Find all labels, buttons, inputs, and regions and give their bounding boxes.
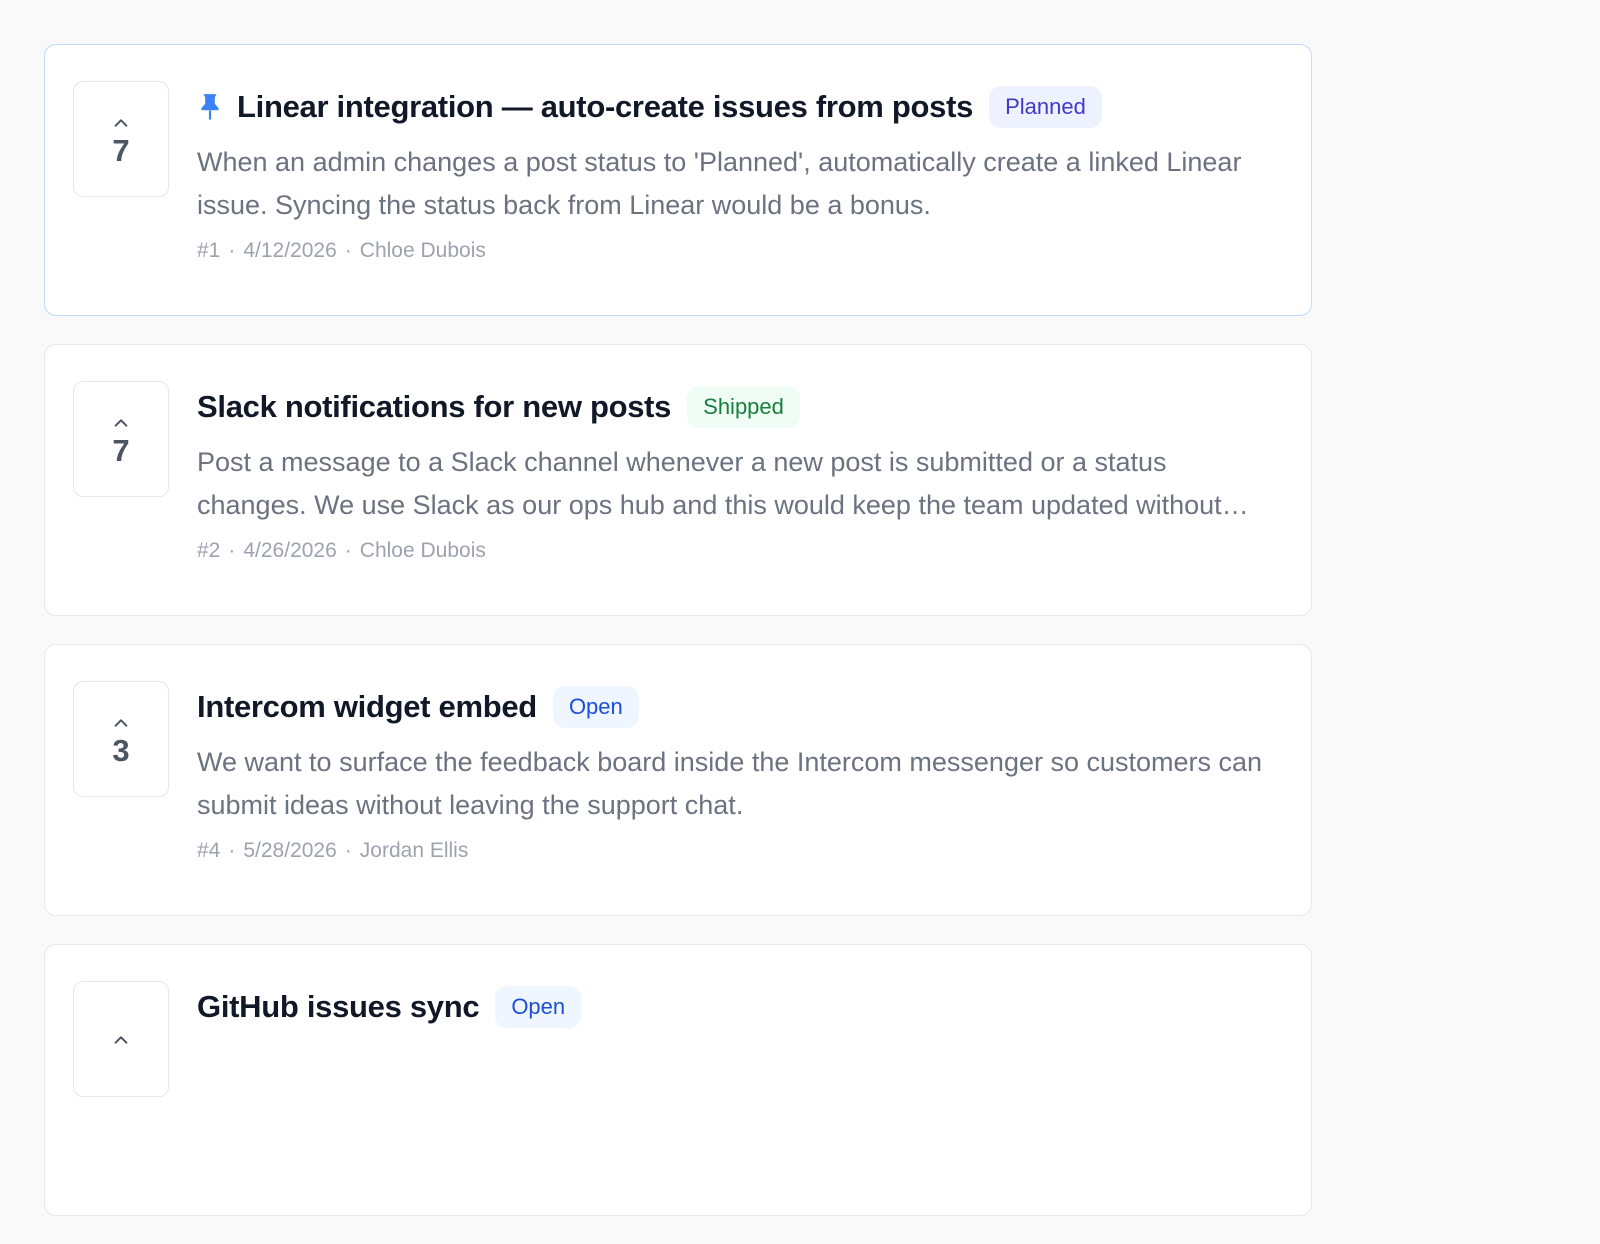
post-date: 4/12/2026	[243, 239, 337, 262]
upvote-button[interactable]	[73, 981, 169, 1097]
post-title[interactable]: Slack notifications for new posts	[197, 389, 671, 425]
post-title-row: GitHub issues sync Open	[197, 985, 1283, 1029]
vote-count: 7	[112, 132, 130, 168]
meta-separator: ·	[344, 539, 352, 562]
post-meta: #1 · 4/12/2026 · Chloe Dubois	[197, 239, 1283, 263]
status-badge: Planned	[989, 86, 1102, 128]
post-description: We want to surface the feedback board in…	[197, 747, 1263, 820]
post-id: #4	[197, 839, 221, 862]
post-id: #1	[197, 239, 221, 262]
post-description: When an admin changes a post status to '…	[197, 147, 1242, 220]
post-card[interactable]: 7 Linear integration — auto-create issue…	[44, 44, 1312, 316]
post-author: Chloe Dubois	[359, 539, 486, 562]
post-list: 7 Linear integration — auto-create issue…	[44, 44, 1312, 1244]
post-title[interactable]: GitHub issues sync	[197, 989, 480, 1025]
meta-separator: ·	[228, 539, 236, 562]
post-description: Post a message to a Slack channel whenev…	[197, 447, 1222, 520]
post-title-row: Linear integration — auto-create issues …	[197, 85, 1283, 129]
meta-separator: ·	[228, 239, 236, 262]
post-card[interactable]: 3 Intercom widget embed Open We want to …	[44, 644, 1312, 916]
meta-separator: ·	[344, 839, 352, 862]
chevron-up-icon	[114, 719, 128, 727]
chevron-up-icon	[114, 1036, 128, 1044]
post-meta: #2 · 4/26/2026 · Chloe Dubois	[197, 539, 1283, 563]
status-badge: Open	[495, 986, 582, 1028]
post-author: Jordan Ellis	[359, 839, 469, 862]
post-card[interactable]: GitHub issues sync Open	[44, 944, 1312, 1216]
status-badge: Shipped	[687, 386, 800, 428]
status-badge: Open	[552, 686, 639, 728]
chevron-up-icon	[114, 119, 128, 127]
post-body: Linear integration — auto-create issues …	[197, 85, 1283, 263]
meta-separator: ·	[344, 239, 352, 262]
post-body: Intercom widget embed Open We want to su…	[197, 685, 1283, 863]
post-body: GitHub issues sync Open	[197, 985, 1283, 1029]
post-date: 5/28/2026	[243, 839, 337, 862]
post-date: 4/26/2026	[243, 539, 337, 562]
post-title-row: Slack notifications for new posts Shippe…	[197, 385, 1283, 429]
vote-count: 3	[112, 732, 130, 768]
vote-count: 7	[112, 432, 130, 468]
post-author: Chloe Dubois	[359, 239, 486, 262]
post-title[interactable]: Linear integration — auto-create issues …	[237, 89, 973, 125]
pin-icon	[201, 94, 219, 120]
post-title[interactable]: Intercom widget embed	[197, 689, 537, 725]
post-title-row: Intercom widget embed Open	[197, 685, 1283, 729]
post-meta: #4 · 5/28/2026 · Jordan Ellis	[197, 839, 1283, 863]
chevron-up-icon	[114, 419, 128, 427]
post-card[interactable]: 7 Slack notifications for new posts Ship…	[44, 344, 1312, 616]
meta-separator: ·	[228, 839, 236, 862]
post-body: Slack notifications for new posts Shippe…	[197, 385, 1283, 563]
upvote-button[interactable]: 7	[73, 81, 169, 197]
upvote-button[interactable]: 3	[73, 681, 169, 797]
upvote-button[interactable]: 7	[73, 381, 169, 497]
post-id: #2	[197, 539, 221, 562]
